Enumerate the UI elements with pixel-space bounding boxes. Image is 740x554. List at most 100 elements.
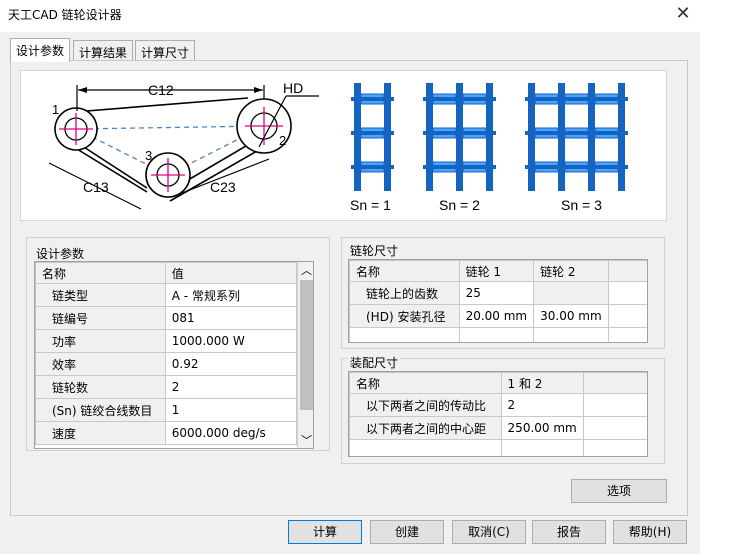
- report-button[interactable]: 报告: [532, 520, 606, 544]
- col-header-1-and-2[interactable]: 1 和 2: [500, 372, 584, 394]
- cell-empty: [533, 327, 609, 342]
- table-row: 功率 1000.000 W: [35, 329, 298, 353]
- close-icon[interactable]: ✕: [670, 2, 696, 26]
- param-name: 链轮数: [35, 375, 166, 399]
- param-name: (Sn) 链绞合线数目: [35, 398, 166, 422]
- scroll-up-icon[interactable]: ︿: [298, 262, 313, 279]
- chain-pin: [525, 97, 628, 101]
- table-row: 链编号 081: [35, 306, 298, 330]
- table-row: 链轮上的齿数 25: [349, 281, 647, 305]
- scroll-thumb[interactable]: [300, 280, 313, 410]
- row-name: 以下两者之间的中心距: [349, 416, 502, 440]
- chain-pin: [423, 97, 496, 101]
- cell-value[interactable]: 2: [500, 393, 584, 417]
- assembly-size-grid: 名称 1 和 2 以下两者之间的传动比 2 以下两者之间的中心距 250.00 …: [348, 371, 648, 457]
- param-value[interactable]: 6000.000 deg/s: [164, 421, 298, 445]
- label-hd: HD: [283, 80, 303, 96]
- label-c12: C12: [148, 82, 174, 98]
- cell-empty: [607, 327, 647, 342]
- scroll-down-icon[interactable]: ﹀: [298, 432, 313, 448]
- sprocket-size-grid: 名称 链轮 1 链轮 2 链轮上的齿数 25 (HD) 安装孔径 20.00 m…: [348, 259, 648, 343]
- chain-strand-illustrations: [351, 83, 628, 191]
- chain-pin: [525, 131, 628, 135]
- cell-empty: [582, 416, 647, 440]
- label-c23: C23: [210, 179, 236, 195]
- col-header-value[interactable]: 值: [164, 262, 298, 284]
- calculate-button[interactable]: 计算: [288, 520, 362, 544]
- row-name: 链轮上的齿数: [349, 281, 460, 305]
- design-params-table: 名称 值 链类型 A - 常规系列 链编号 081 功率 1000.000 W …: [35, 262, 298, 445]
- col-header-sprocket-1[interactable]: 链轮 1: [458, 260, 535, 282]
- design-params-scrollbar[interactable]: ︿ ﹀: [297, 262, 313, 448]
- col-header-name[interactable]: 名称: [349, 372, 502, 394]
- cell-empty: [458, 327, 535, 342]
- chain-pin: [351, 131, 394, 135]
- param-value[interactable]: 2: [164, 375, 298, 399]
- assembly-size-title: 装配尺寸: [348, 354, 401, 371]
- col-header-name[interactable]: 名称: [35, 262, 166, 284]
- param-name: 速度: [35, 421, 166, 445]
- options-button[interactable]: 选项: [571, 479, 667, 503]
- label-sprocket-3: 3: [145, 148, 152, 163]
- chain-pin: [351, 165, 394, 169]
- cell-empty: [349, 439, 502, 456]
- window-title: 天工CAD 链轮设计器: [8, 8, 122, 22]
- param-value[interactable]: A - 常规系列: [164, 283, 298, 307]
- tab-calc-size[interactable]: 计算尺寸: [135, 40, 196, 61]
- chain-drive-diagram: C12 HD C13 C23 1 2 3 Sn = 1 Sn = 2 Sn = …: [20, 70, 667, 221]
- cell-sprocket-2: [533, 281, 609, 305]
- create-button[interactable]: 创建: [370, 520, 444, 544]
- chain-pin: [351, 97, 394, 101]
- diagram-svg: C12 HD C13 C23 1 2 3 Sn = 1 Sn = 2 Sn = …: [48, 80, 628, 213]
- chain-pin: [525, 165, 628, 169]
- chain-pin: [423, 165, 496, 169]
- table-row: [349, 439, 647, 456]
- row-name: 以下两者之间的传动比: [349, 393, 502, 417]
- tab-calc-results[interactable]: 计算结果: [73, 40, 134, 61]
- cell-empty: [607, 281, 647, 305]
- param-name: 功率: [35, 329, 166, 353]
- cell-sprocket-1[interactable]: 20.00 mm: [458, 304, 535, 328]
- cell-empty: [500, 439, 584, 456]
- tab-design-params[interactable]: 设计参数: [10, 38, 71, 62]
- table-row: 链轮数 2: [35, 375, 298, 399]
- param-value[interactable]: 1: [164, 398, 298, 422]
- help-button[interactable]: 帮助(H): [613, 520, 687, 544]
- col-header-sprocket-2[interactable]: 链轮 2: [533, 260, 609, 282]
- label-sprocket-2: 2: [279, 133, 286, 148]
- cell-sprocket-2[interactable]: 30.00 mm: [533, 304, 609, 328]
- cell-empty: [349, 327, 460, 342]
- label-c13: C13: [83, 179, 109, 195]
- cell-empty: [582, 393, 647, 417]
- sprocket-size-title: 链轮尺寸: [348, 242, 401, 259]
- chain-pin: [423, 131, 496, 135]
- label-sn3: Sn = 3: [561, 197, 602, 213]
- col-header-empty: [607, 260, 647, 282]
- table-row: 以下两者之间的传动比 2: [349, 393, 647, 417]
- param-value[interactable]: 0.92: [164, 352, 298, 376]
- cell-empty: [607, 304, 647, 328]
- table-row: 效率 0.92: [35, 352, 298, 376]
- col-header-empty: [582, 372, 647, 394]
- label-sn1: Sn = 1: [350, 197, 391, 213]
- cell-sprocket-1[interactable]: 25: [458, 281, 535, 305]
- table-row: 链类型 A - 常规系列: [35, 283, 298, 307]
- col-header-name[interactable]: 名称: [349, 260, 460, 282]
- table-row: (HD) 安装孔径 20.00 mm 30.00 mm: [349, 304, 647, 328]
- param-value[interactable]: 081: [164, 306, 298, 330]
- table-row: 速度 6000.000 deg/s: [35, 421, 298, 445]
- assembly-size-table: 名称 1 和 2 以下两者之间的传动比 2 以下两者之间的中心距 250.00 …: [349, 372, 647, 456]
- cell-value[interactable]: 250.00 mm: [500, 416, 584, 440]
- cancel-button[interactable]: 取消(C): [452, 520, 526, 544]
- table-row: [349, 327, 647, 342]
- param-value[interactable]: 1000.000 W: [164, 329, 298, 353]
- sprocket-size-table: 名称 链轮 1 链轮 2 链轮上的齿数 25 (HD) 安装孔径 20.00 m…: [349, 260, 647, 342]
- param-name: 链类型: [35, 283, 166, 307]
- param-name: 链编号: [35, 306, 166, 330]
- design-params-grid: 名称 值 链类型 A - 常规系列 链编号 081 功率 1000.000 W …: [34, 261, 314, 449]
- row-name: (HD) 安装孔径: [349, 304, 460, 328]
- cell-empty: [582, 439, 647, 456]
- table-row: 以下两者之间的中心距 250.00 mm: [349, 416, 647, 440]
- design-params-title: 设计参数: [34, 245, 87, 262]
- label-sn2: Sn = 2: [439, 197, 480, 213]
